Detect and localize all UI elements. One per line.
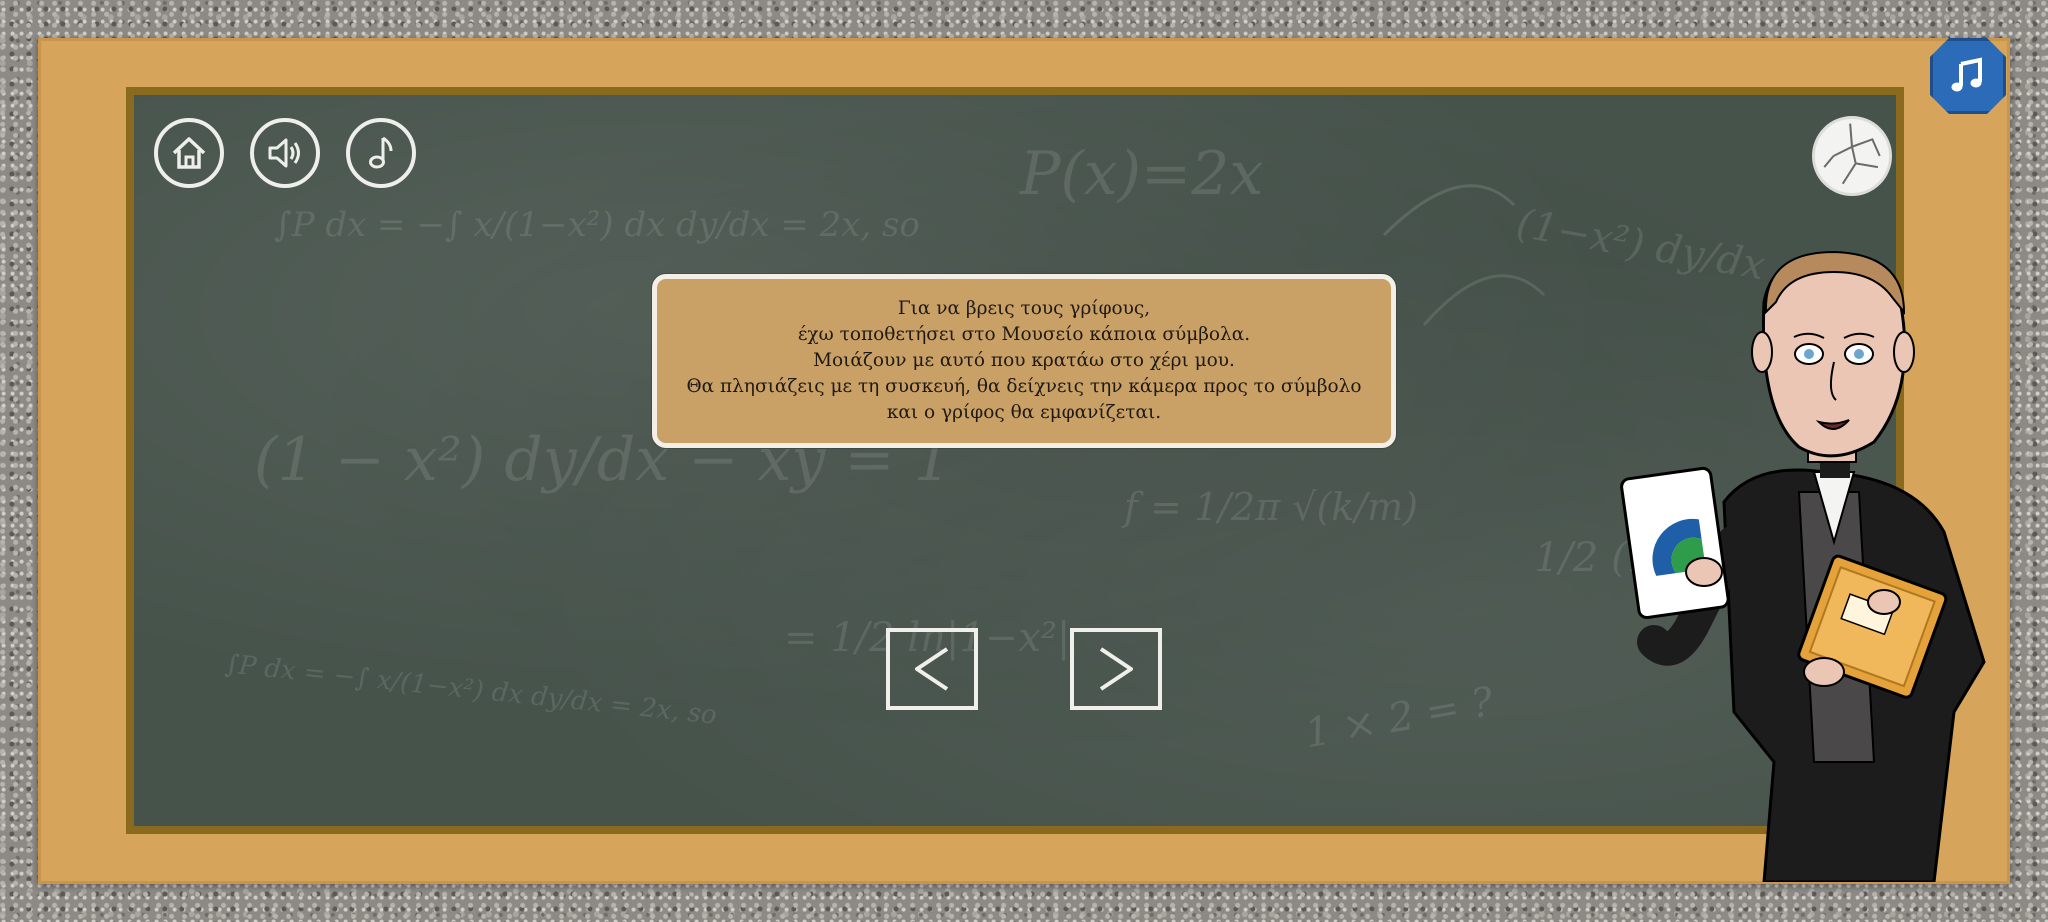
instruction-line: έχω τοποθετήσει στο Μουσείο κάποια σύμβο… (797, 324, 1251, 345)
double-music-note-icon (1951, 57, 1982, 92)
instruction-text: Για να βρεις τους γρίφους, έχω τοποθετήσ… (686, 296, 1361, 426)
speaker-icon (268, 138, 300, 168)
music-button[interactable] (346, 118, 416, 188)
music-settings-button[interactable] (1930, 38, 2006, 114)
music-note-icon (369, 136, 393, 169)
puzzle-button[interactable] (1812, 116, 1892, 196)
instruction-line: Για να βρεις τους γρίφους, (897, 298, 1151, 319)
chevron-right-icon (1099, 647, 1133, 691)
chevron-left-icon (915, 647, 949, 691)
home-icon (172, 137, 206, 169)
instruction-line: Μοιάζουν με αυτό που κρατάω στο χέρι μου… (813, 350, 1235, 371)
next-button[interactable] (1070, 628, 1162, 710)
sound-button[interactable] (250, 118, 320, 188)
previous-button[interactable] (886, 628, 978, 710)
instruction-line: και ο γρίφος θα εμφανίζεται. (886, 402, 1162, 423)
cracked-puzzle-icon (1823, 123, 1881, 185)
professor-character (1620, 250, 1986, 882)
instruction-dialog: Για να βρεις τους γρίφους, έχω τοποθετήσ… (652, 274, 1396, 448)
home-button[interactable] (154, 118, 224, 188)
instruction-line: Θα πλησιάζεις με τη συσκευή, θα δείχνεις… (686, 376, 1362, 397)
